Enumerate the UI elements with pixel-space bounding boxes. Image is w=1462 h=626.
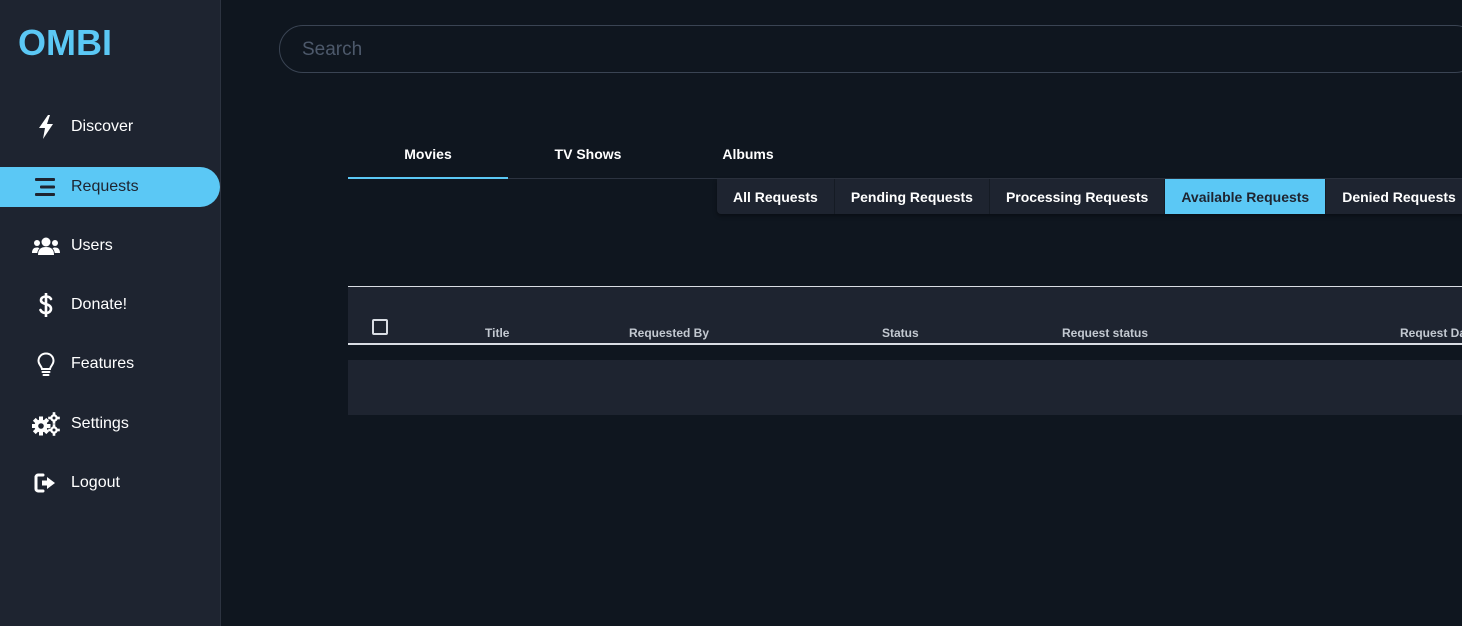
sidebar-item-donate[interactable]: Donate!	[0, 285, 220, 325]
lightbulb-icon	[32, 350, 60, 378]
search-bar	[279, 25, 1462, 73]
dollar-icon	[32, 291, 60, 319]
sidebar: OMBI Discover Requests Users Donate! Fea…	[0, 0, 221, 626]
table-row	[348, 360, 1462, 415]
filter-processing-requests-button[interactable]: Processing Requests	[990, 179, 1166, 214]
tab-movies[interactable]: Movies	[348, 130, 508, 179]
tab-tv-shows[interactable]: TV Shows	[508, 130, 668, 178]
sidebar-item-label: Requests	[71, 178, 139, 195]
filter-pending-requests-button[interactable]: Pending Requests	[835, 179, 990, 214]
sidebar-item-label: Discover	[71, 118, 134, 135]
tab-albums[interactable]: Albums	[668, 130, 828, 178]
gears-icon	[32, 410, 60, 438]
column-header-title[interactable]: Title	[485, 326, 509, 340]
filter-denied-requests-button[interactable]: Denied Requests	[1326, 179, 1462, 214]
search-input[interactable]	[300, 38, 1204, 62]
column-header-request-status[interactable]: Request status	[1062, 326, 1148, 340]
sidebar-item-features[interactable]: Features	[0, 344, 220, 384]
sidebar-item-settings[interactable]: Settings	[0, 404, 220, 444]
sidebar-item-discover[interactable]: Discover	[0, 107, 220, 147]
column-header-requested-by[interactable]: Requested By	[629, 326, 709, 340]
sidebar-item-label: Users	[71, 237, 113, 254]
bolt-icon	[32, 113, 60, 141]
column-header-request-date[interactable]: Request Date	[1400, 326, 1462, 340]
sidebar-item-users[interactable]: Users	[0, 226, 220, 266]
users-icon	[32, 232, 60, 260]
column-header-status[interactable]: Status	[882, 326, 919, 340]
list-icon	[32, 173, 60, 201]
sidebar-item-requests[interactable]: Requests	[0, 167, 220, 207]
sidebar-item-label: Features	[71, 355, 135, 372]
media-tabs: Movies TV Shows Albums	[348, 130, 1462, 179]
request-filter-group: All Requests Pending Requests Processing…	[717, 179, 1462, 214]
sidebar-item-logout[interactable]: Logout	[0, 463, 220, 503]
requests-table-header: Title Requested By Status Request status…	[348, 286, 1462, 345]
filter-all-requests-button[interactable]: All Requests	[717, 179, 835, 214]
app-logo[interactable]: OMBI	[18, 22, 112, 64]
sidebar-item-label: Donate!	[71, 296, 128, 313]
app-root: OMBI Discover Requests Users Donate! Fea…	[0, 0, 1462, 626]
filter-available-requests-button[interactable]: Available Requests	[1165, 179, 1327, 214]
select-all-checkbox[interactable]	[372, 319, 388, 335]
logout-icon	[32, 469, 60, 497]
sidebar-item-label: Logout	[71, 474, 120, 491]
sidebar-item-label: Settings	[71, 415, 129, 432]
